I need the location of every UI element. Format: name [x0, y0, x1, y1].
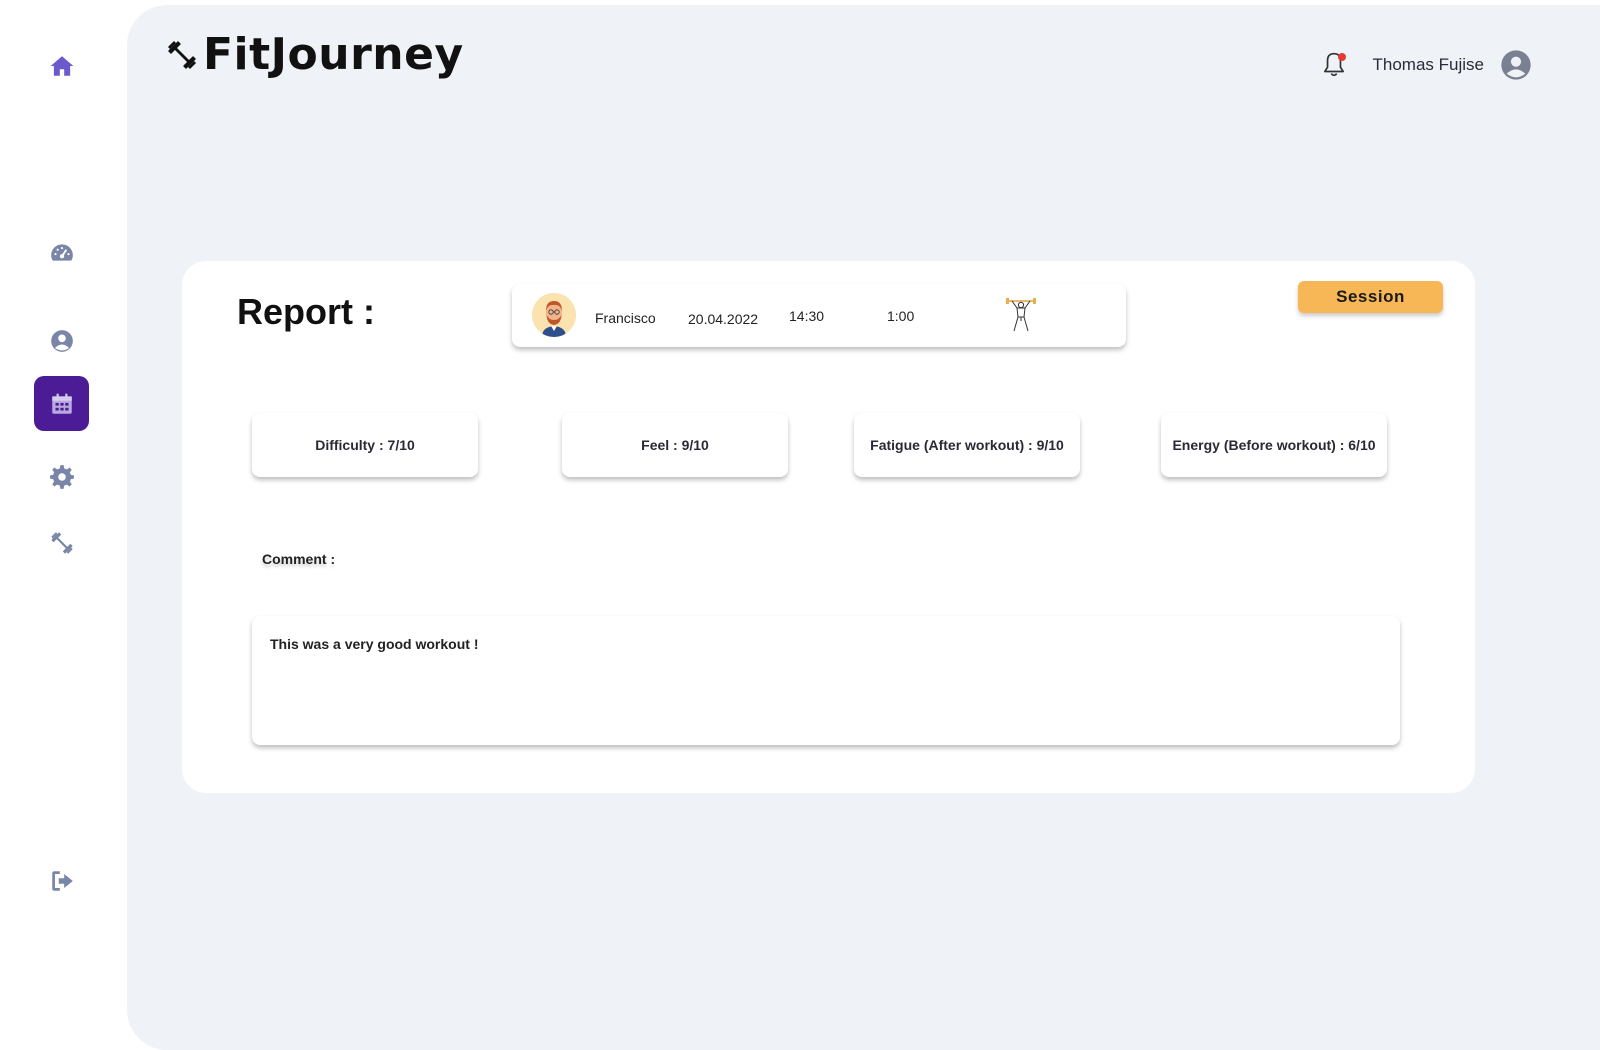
- comment-text: This was a very good workout !: [270, 636, 479, 652]
- gear-icon: [49, 464, 74, 489]
- session-duration: 1:00: [887, 308, 915, 324]
- user-area: Thomas Fujise: [1321, 49, 1532, 81]
- calendar-icon: [51, 393, 72, 414]
- app-name: FitJourney: [203, 29, 464, 80]
- dumbbell-icon: [50, 531, 73, 554]
- session-info-card[interactable]: Francisco 20.04.2022 14:30 1:00: [512, 284, 1126, 347]
- coach-avatar-illustration: [532, 293, 576, 337]
- sidebar-item-settings[interactable]: [34, 449, 89, 504]
- user-name[interactable]: Thomas Fujise: [1373, 55, 1484, 75]
- metric-energy: Energy (Before workout) : 6/10: [1161, 413, 1387, 477]
- session-badge[interactable]: Session: [1298, 281, 1443, 313]
- notification-dot: [1337, 53, 1346, 61]
- sidebar-item-profile[interactable]: [34, 313, 89, 368]
- coach-avatar: [532, 293, 576, 337]
- comment-label: Comment :: [262, 551, 336, 567]
- report-title: Report :: [237, 291, 375, 332]
- sidebar-item-home[interactable]: [34, 38, 89, 93]
- dashboard-icon: [50, 243, 73, 261]
- metric-feel: Feel : 9/10: [562, 413, 788, 477]
- user-avatar-icon[interactable]: [1500, 49, 1532, 81]
- user-circle-icon: [50, 329, 73, 352]
- notification-button[interactable]: [1321, 51, 1347, 79]
- sidebar: [0, 0, 122, 1050]
- sidebar-item-workouts[interactable]: [34, 515, 89, 570]
- main-content: FitJourney Thomas Fujise Report : Franci…: [127, 5, 1600, 1050]
- sidebar-item-logout[interactable]: [34, 853, 89, 908]
- session-date: 20.04.2022: [688, 311, 759, 327]
- report-card: Report : Francisco 20.04.2022 14:30 1:00…: [182, 261, 1475, 793]
- sidebar-item-dashboard[interactable]: [34, 225, 89, 280]
- app-logo[interactable]: FitJourney: [165, 29, 464, 80]
- weightlifter-icon: [1006, 298, 1036, 332]
- sidebar-item-calendar[interactable]: [34, 376, 89, 431]
- logout-icon: [51, 870, 73, 891]
- metric-fatigue: Fatigue (After workout) : 9/10: [854, 413, 1080, 477]
- coach-name: Francisco: [595, 310, 656, 326]
- session-time: 14:30: [789, 308, 825, 324]
- comment-box[interactable]: This was a very good workout !: [252, 616, 1400, 745]
- dumbbell-icon: [167, 40, 197, 69]
- home-icon: [50, 55, 73, 76]
- metric-difficulty: Difficulty : 7/10: [252, 413, 478, 477]
